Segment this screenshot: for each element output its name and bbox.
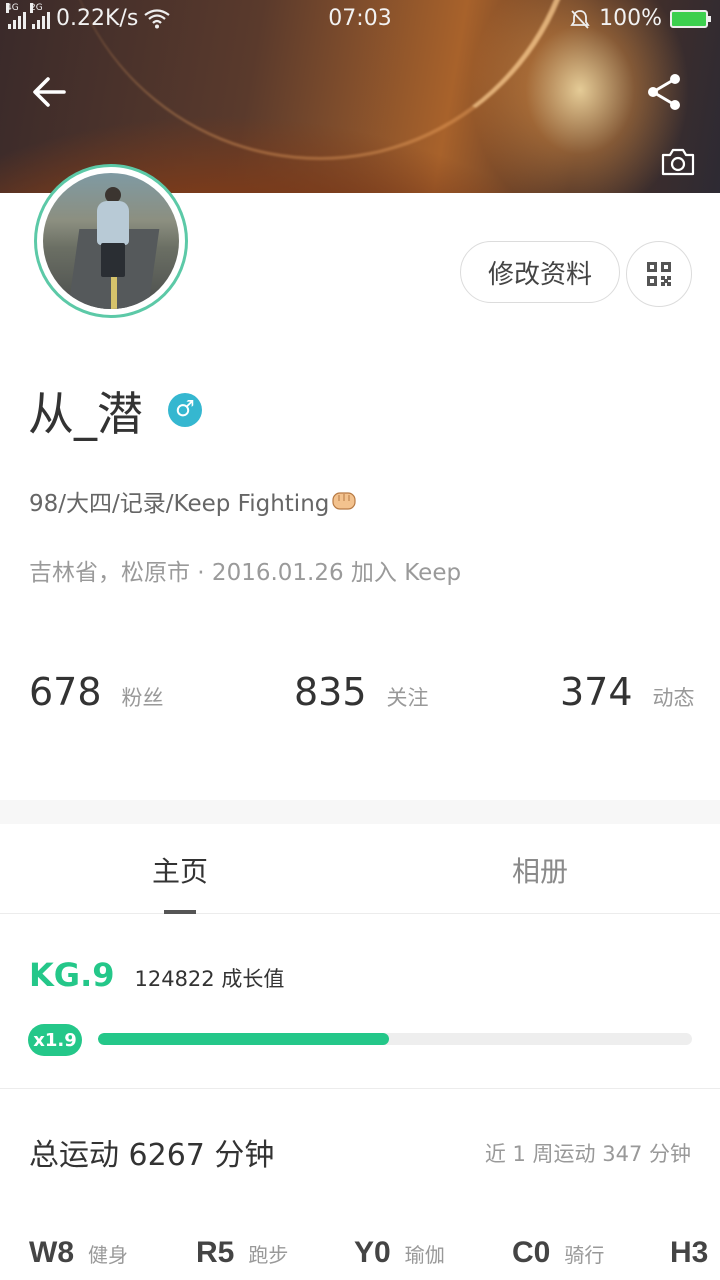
stat-label: 粉丝 [121, 686, 164, 710]
stat-value: 835 [294, 670, 367, 714]
stat-label: 动态 [652, 686, 695, 710]
share-button[interactable] [642, 70, 686, 114]
status-bar: 4G 2G 0.22K/s 07:03 100% [0, 0, 720, 38]
sport-hiking[interactable]: H3 [670, 1236, 720, 1270]
battery-percent: 100% [599, 6, 662, 31]
stat-value: 678 [29, 670, 102, 714]
battery-icon [670, 9, 711, 28]
level-row[interactable]: KG.9 124822 成长值 [29, 956, 284, 994]
sport-code: H3 [670, 1236, 709, 1269]
stat-posts[interactable]: 374 动态 [560, 670, 695, 714]
fist-emoji-icon [332, 492, 356, 510]
status-right: 100% [569, 6, 711, 31]
level-progress-fill [98, 1033, 390, 1045]
sport-levels-row: W8 健身 R5 跑步 Y0 瑜伽 C0 骑行 H3 [0, 1236, 720, 1280]
stats-row: 678 粉丝 835 关注 374 动态 [0, 670, 720, 730]
growth-value: 124822 成长值 [134, 967, 285, 991]
sport-code: W8 [29, 1236, 74, 1269]
profile-tabs: 主页 相册 [0, 824, 720, 914]
sport-name: 瑜伽 [404, 1243, 445, 1267]
level-badge: KG.9 [29, 956, 115, 994]
alarm-off-icon [570, 9, 590, 29]
stat-following[interactable]: 835 关注 [294, 670, 429, 714]
tab-home[interactable]: 主页 [80, 850, 280, 890]
avatar [43, 173, 179, 309]
stat-value: 374 [560, 670, 633, 714]
qr-code-icon [647, 262, 671, 286]
total-exercise[interactable]: 总运动 6267 分钟 [29, 1130, 274, 1174]
back-button[interactable] [28, 70, 72, 114]
avatar-ring[interactable] [34, 164, 188, 318]
male-gender-icon: ♂ [168, 393, 202, 427]
sport-yoga[interactable]: Y0 瑜伽 [354, 1236, 445, 1270]
user-location-joined: 吉林省，松原市 · 2016.01.26 加入 Keep [29, 560, 462, 586]
share-icon [648, 74, 680, 110]
qr-code-button[interactable] [626, 241, 692, 307]
section-divider [0, 800, 720, 824]
stat-label: 关注 [386, 686, 429, 710]
sport-running[interactable]: R5 跑步 [196, 1236, 288, 1270]
sport-fitness[interactable]: W8 健身 [29, 1236, 128, 1270]
tab-album[interactable]: 相册 [440, 850, 640, 890]
stat-followers[interactable]: 678 粉丝 [29, 670, 164, 714]
sport-name: 健身 [88, 1243, 128, 1267]
level-progress-bar [98, 1033, 692, 1045]
sport-code: C0 [512, 1236, 551, 1269]
arrow-left-icon [33, 77, 66, 107]
gender-symbol: ♂ [175, 397, 195, 422]
user-name: 从_潜 [28, 387, 143, 441]
sport-name: 骑行 [564, 1243, 605, 1267]
camera-icon [661, 148, 695, 176]
sport-code: Y0 [354, 1236, 391, 1269]
change-cover-button[interactable] [660, 146, 696, 178]
multiplier-badge: x1.9 [28, 1024, 82, 1056]
edit-profile-button[interactable]: 修改资料 [460, 241, 620, 303]
sport-name: 跑步 [248, 1243, 289, 1267]
user-bio: 98/大四/记录/Keep Fighting [29, 484, 359, 518]
sport-code: R5 [196, 1236, 235, 1269]
weekly-exercise: 近 1 周运动 347 分钟 [484, 1142, 691, 1166]
bio-text: 98/大四/记录/Keep Fighting [29, 491, 330, 517]
active-tab-indicator [164, 910, 196, 914]
divider [0, 1088, 720, 1089]
sport-cycling[interactable]: C0 骑行 [512, 1236, 604, 1270]
